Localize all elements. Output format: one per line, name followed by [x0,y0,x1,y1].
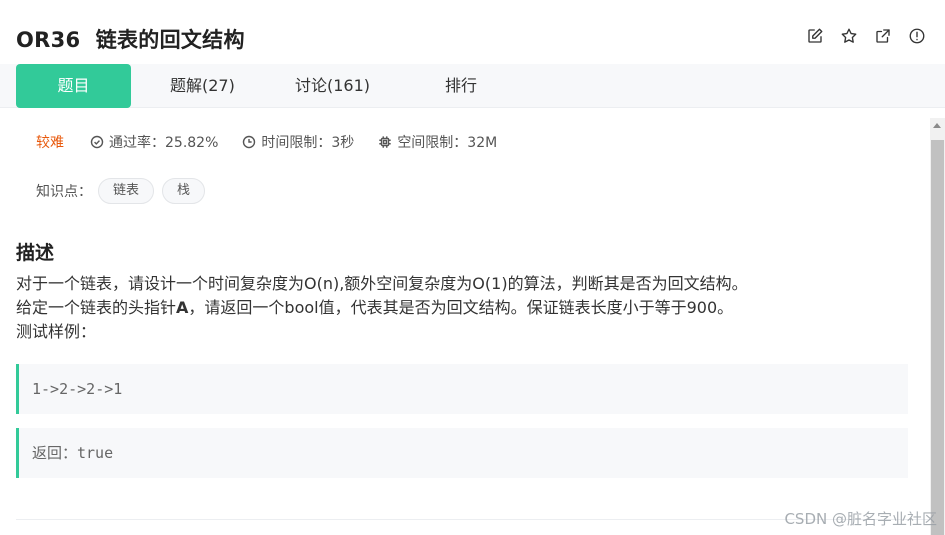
tab-bar: 题目 题解(27) 讨论(161) 排行 [0,64,945,108]
description-line-2: 给定一个链表的头指针A，请返回一个bool值，代表其是否为回文结构。保证链表长度… [16,296,916,320]
scroll-up-arrow-icon[interactable] [933,123,941,128]
problem-info-row: 较难 通过率：25.82% 时间限制：3秒 空间限制：32M [36,132,521,152]
time-limit: 时间限制：3秒 [242,132,354,152]
pass-rate: 通过率：25.82% [90,132,218,152]
problem-code: OR36 [16,28,81,52]
tab-solutions[interactable]: 题解(27) [170,64,235,108]
tab-ranking[interactable]: 排行 [445,64,477,108]
alert-icon[interactable] [907,26,927,46]
watermark: CSDN @脏名字业社区 [784,510,937,528]
page-title: OR36 链表的回文结构 [16,24,245,54]
tag-linked-list[interactable]: 链表 [98,178,155,204]
external-link-icon[interactable] [873,26,893,46]
pass-rate-text: 通过率：25.82% [109,135,219,151]
space-limit-text: 空间限制：32M [397,135,498,151]
time-limit-text: 时间限制：3秒 [261,135,355,151]
tag-stack[interactable]: 栈 [162,178,206,204]
description-body: 对于一个链表，请设计一个时间复杂度为O(n),额外空间复杂度为O(1)的算法，判… [16,272,916,344]
title-bar: OR36 链表的回文结构 [0,0,945,64]
knowledge-label: 知识点： [36,184,92,200]
chip-icon [379,136,391,148]
description-line-2-pre: 给定一个链表的头指针 [16,298,177,317]
sample-input-block: 1->2->2->1 [16,364,908,414]
clock-icon [243,135,256,149]
description-line-2-post: ，请返回一个bool值，代表其是否为回文结构。保证链表长度小于等于900。 [188,298,734,317]
scrollbar[interactable] [930,118,945,535]
star-icon[interactable] [839,26,859,46]
problem-title: 链表的回文结构 [95,28,245,52]
title-actions [805,26,927,46]
space-limit: 空间限制：32M [378,132,497,152]
check-circle-icon [90,135,104,149]
sample-output-block: 返回：true [16,428,908,478]
scrollbar-thumb[interactable] [931,140,944,535]
description-heading: 描述 [16,242,55,264]
description-line-2-bold: A [176,298,189,317]
tab-problem[interactable]: 题目 [16,64,131,108]
knowledge-tags: 知识点： 链表 栈 [36,178,213,204]
description-line-1: 对于一个链表，请设计一个时间复杂度为O(n),额外空间复杂度为O(1)的算法，判… [16,274,748,293]
problem-page: OR36 链表的回文结构 题目 题解(27) 讨论(161) 排行 较难 通过率… [0,0,945,535]
tab-discussion[interactable]: 讨论(161) [295,64,370,108]
description-line-3: 测试样例： [16,322,97,341]
edit-icon[interactable] [805,26,825,46]
difficulty-badge: 较难 [36,135,64,151]
